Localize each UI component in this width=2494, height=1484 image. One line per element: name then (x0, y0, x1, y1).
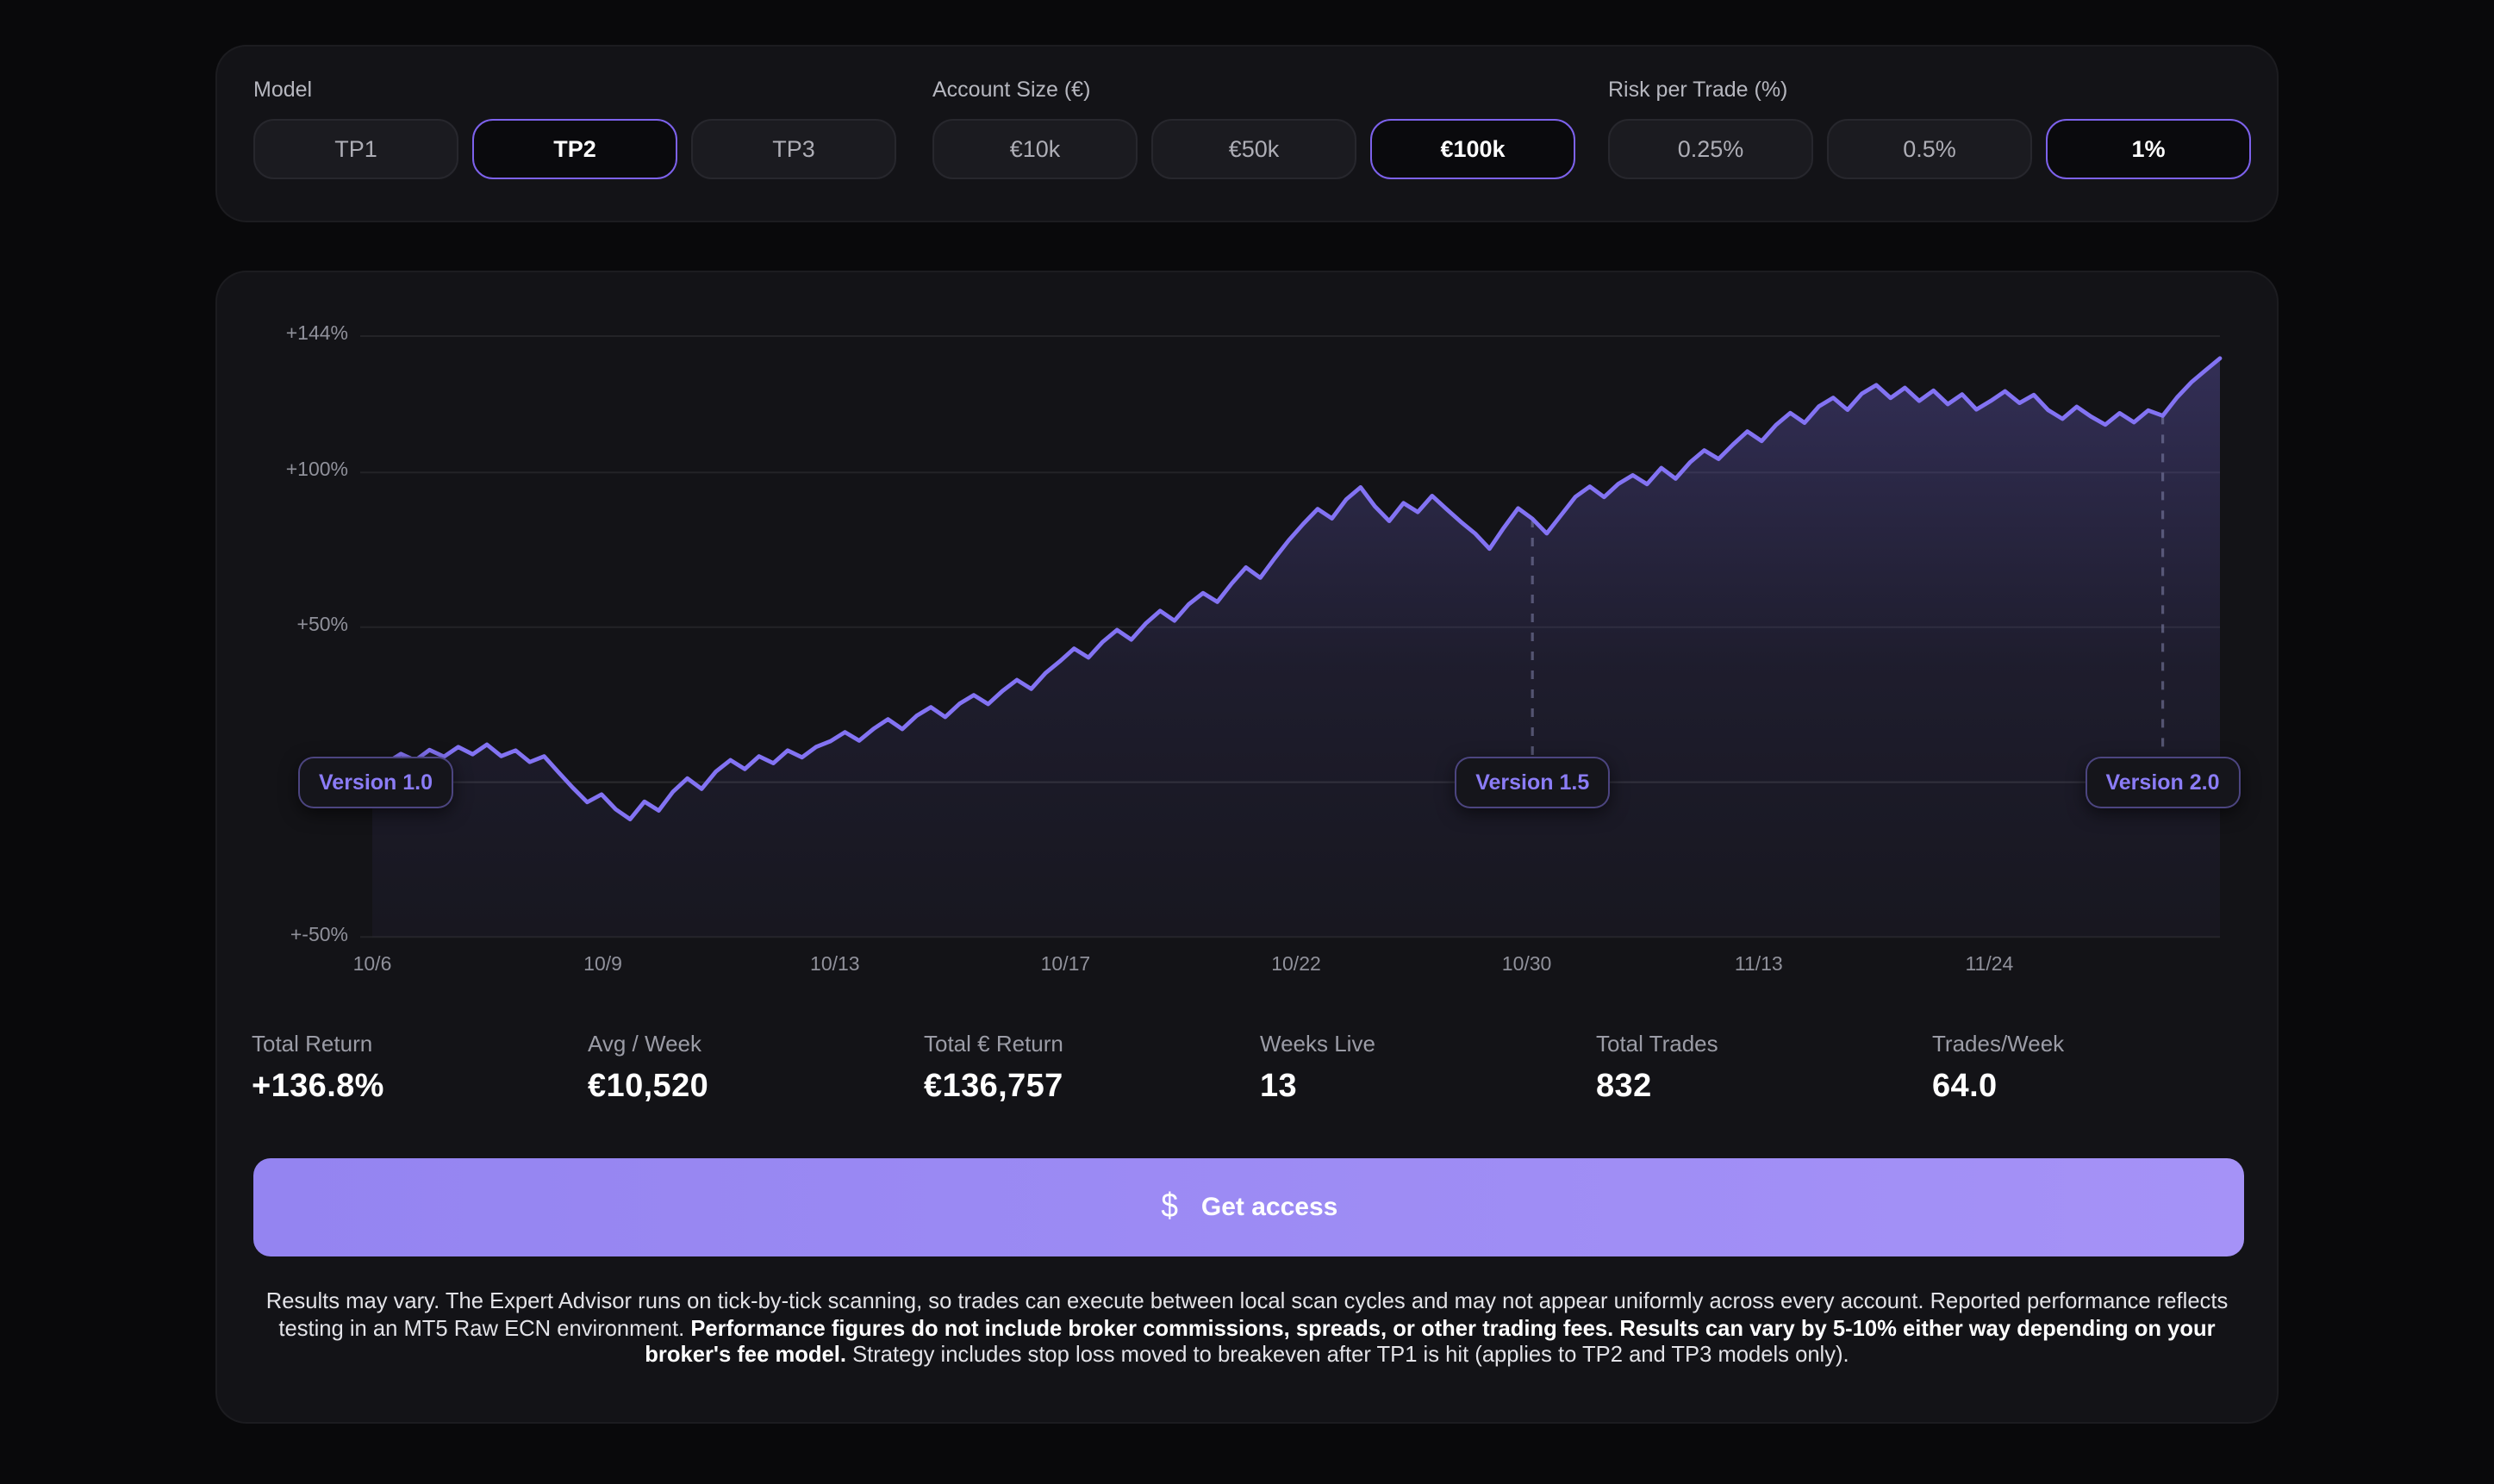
stat-value: €10,520 (588, 1069, 708, 1107)
x-axis-tick: 10/6 (324, 955, 421, 976)
filter-option-100k[interactable]: €100k (1370, 119, 1575, 179)
stat-label: Avg / Week (588, 1031, 708, 1057)
filter-group-model-options: TP1TP2TP3 (253, 119, 896, 179)
get-access-label: Get access (1201, 1193, 1337, 1222)
stat-label: Total € Return (924, 1031, 1063, 1057)
x-axis-tick: 10/17 (1017, 955, 1113, 976)
stat-weeks-live: Weeks Live 13 (1260, 1031, 1375, 1107)
disclaimer-text: Results may vary. The Expert Advisor run… (265, 1288, 2229, 1369)
filter-group-account-size-label: Account Size (€) (932, 78, 1575, 102)
version-badge-version-1-5: Version 1.5 (1455, 757, 1610, 808)
filter-group-account-size: Account Size (€) €10k€50k€100k (932, 78, 1575, 179)
performance-card: +144% +100% +50% +-50% 10/6 10/9 10/13 10/17 10/… (215, 271, 2279, 1424)
filter-option-1[interactable]: 1% (2046, 119, 2251, 179)
filter-group-model: Model TP1TP2TP3 (253, 78, 896, 179)
filter-option-50k[interactable]: €50k (1151, 119, 1356, 179)
disclaimer-segment: Strategy includes stop loss moved to bre… (846, 1341, 1849, 1367)
stat-label: Trades/Week (1932, 1031, 2064, 1057)
filter-option-05[interactable]: 0.5% (1827, 119, 2032, 179)
stat-value: 832 (1596, 1069, 1718, 1107)
stat-trades-week: Trades/Week 64.0 (1932, 1031, 2064, 1107)
stat-value: €136,757 (924, 1069, 1063, 1107)
stat-total-return: Total Return +136.8% (252, 1031, 384, 1107)
filter-group-risk-options: 0.25%0.5%1% (1608, 119, 2251, 179)
stat-label: Total Trades (1596, 1031, 1718, 1057)
stat-total-return: Total € Return €136,757 (924, 1031, 1063, 1107)
stat-value: 64.0 (1932, 1069, 2064, 1107)
stat-avg-week: Avg / Week €10,520 (588, 1031, 708, 1107)
x-axis-tick: 10/9 (555, 955, 652, 976)
x-axis-tick: 10/30 (1479, 955, 1575, 976)
y-axis-tick: +-50% (241, 925, 348, 945)
filter-option-10k[interactable]: €10k (932, 119, 1138, 179)
version-badge-version-1-0: Version 1.0 (298, 757, 453, 808)
filter-option-025[interactable]: 0.25% (1608, 119, 1813, 179)
stat-label: Total Return (252, 1031, 384, 1057)
equity-chart-plot (360, 324, 2230, 982)
x-axis-tick: 11/24 (1941, 955, 2037, 976)
y-axis-tick: +144% (241, 324, 348, 345)
filter-option-tp3[interactable]: TP3 (691, 119, 896, 179)
x-axis-tick: 10/13 (787, 955, 883, 976)
stat-value: 13 (1260, 1069, 1375, 1107)
equity-chart-svg (360, 324, 2230, 982)
version-badge-version-2-0: Version 2.0 (2085, 757, 2240, 808)
get-access-button[interactable]: $ Get access (253, 1158, 2244, 1256)
filter-group-risk: Risk per Trade (%) 0.25%0.5%1% (1608, 78, 2251, 179)
filter-group-account-size-options: €10k€50k€100k (932, 119, 1575, 179)
filter-group-model-label: Model (253, 78, 896, 102)
filter-option-tp1[interactable]: TP1 (253, 119, 458, 179)
y-axis-tick: +100% (241, 460, 348, 481)
stat-value: +136.8% (252, 1069, 384, 1107)
stat-label: Weeks Live (1260, 1031, 1375, 1057)
filter-group-risk-label: Risk per Trade (%) (1608, 78, 2251, 102)
x-axis-tick: 10/22 (1248, 955, 1344, 976)
filter-option-tp2[interactable]: TP2 (472, 119, 677, 179)
y-axis-tick: +50% (241, 615, 348, 636)
filters-card: Model TP1TP2TP3 Account Size (€) €10k€50… (215, 45, 2279, 222)
x-axis-tick: 11/13 (1711, 955, 1807, 976)
stat-total-trades: Total Trades 832 (1596, 1031, 1718, 1107)
page: Model TP1TP2TP3 Account Size (€) €10k€50… (0, 0, 2494, 1484)
dollar-icon: $ (1161, 1188, 1178, 1227)
